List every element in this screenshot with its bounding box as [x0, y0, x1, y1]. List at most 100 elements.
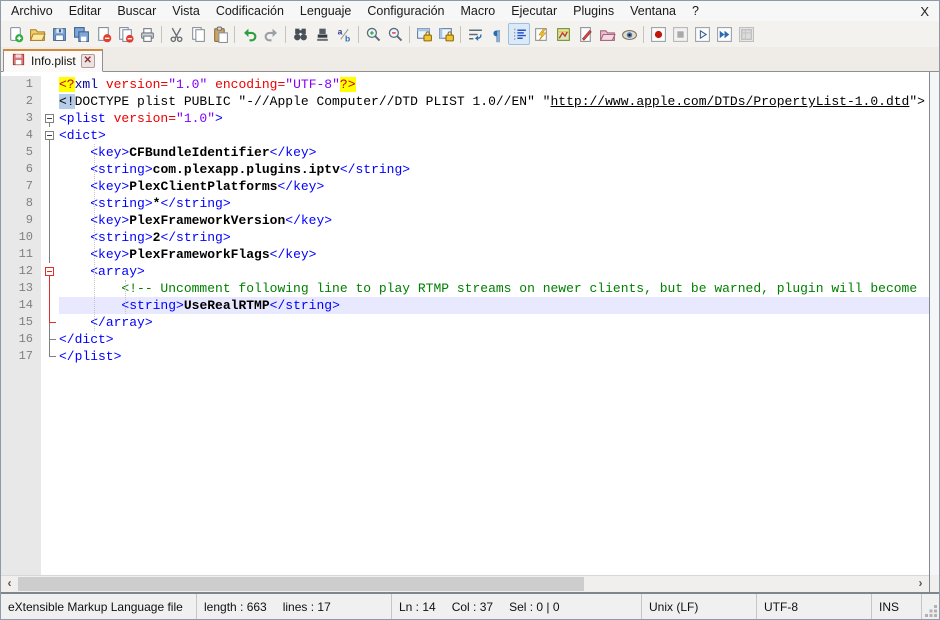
save-all-button[interactable]	[70, 23, 92, 45]
sync-horizontal-button[interactable]	[435, 23, 457, 45]
code-text[interactable]: <!-- Uncomment following line to play RT…	[59, 280, 929, 297]
horizontal-scroll-thumb[interactable]	[18, 577, 584, 591]
code-text[interactable]: <key>PlexFrameworkFlags</key>	[59, 246, 929, 263]
find-in-files-button[interactable]	[311, 23, 333, 45]
print-button[interactable]	[136, 23, 158, 45]
svg-text:b: b	[345, 33, 350, 43]
menu-item-vista[interactable]: Vista	[164, 2, 208, 20]
replace-button[interactable]: ab	[333, 23, 355, 45]
menu-item-ejecutar[interactable]: Ejecutar	[503, 2, 565, 20]
cut-button[interactable]	[165, 23, 187, 45]
document-switcher-button[interactable]	[574, 23, 596, 45]
fold-margin-cell	[41, 331, 59, 348]
code-text[interactable]: </plist>	[59, 348, 929, 365]
play-macro-button[interactable]	[691, 23, 713, 45]
paste-button[interactable]	[209, 23, 231, 45]
find-button[interactable]	[289, 23, 311, 45]
code-text[interactable]: <?xml version="1.0" encoding="UTF-8"?>	[59, 76, 929, 93]
undo-button[interactable]	[238, 23, 260, 45]
menu-item-macro[interactable]: Macro	[453, 2, 504, 20]
svg-text:¶: ¶	[492, 27, 500, 42]
word-wrap-button[interactable]	[464, 23, 486, 45]
sync-horizontal-icon	[438, 26, 455, 43]
document-map-button[interactable]	[552, 23, 574, 45]
save-macro-button[interactable]	[735, 23, 757, 45]
close-file-button[interactable]	[92, 23, 114, 45]
menu-item-archivo[interactable]: Archivo	[3, 2, 61, 20]
monitoring-button[interactable]	[618, 23, 640, 45]
code-text[interactable]: <string>2</string>	[59, 229, 929, 246]
status-eol-format[interactable]: Unix (LF)	[641, 594, 756, 619]
toolbar-separator	[161, 26, 162, 43]
line-number: 17	[1, 348, 41, 365]
line-number: 13	[1, 280, 41, 297]
copy-button[interactable]	[187, 23, 209, 45]
code-line-13: 13 <!-- Uncomment following line to play…	[1, 280, 929, 297]
code-text[interactable]: <!DOCTYPE plist PUBLIC "-//Apple Compute…	[59, 93, 929, 110]
code-text[interactable]: <string>com.plexapp.plugins.iptv</string…	[59, 161, 929, 178]
indent-guide-button[interactable]	[508, 23, 530, 45]
scroll-right-arrow-icon[interactable]: ›	[912, 576, 929, 592]
menu-item-buscar[interactable]: Buscar	[109, 2, 164, 20]
save-file-icon	[51, 26, 68, 43]
code-text[interactable]: </array>	[59, 314, 929, 331]
cut-icon	[168, 26, 185, 43]
close-file-icon	[95, 26, 112, 43]
run-macro-multiple-icon	[716, 26, 733, 43]
fold-margin-cell	[41, 348, 59, 365]
code-text[interactable]: <key>PlexFrameworkVersion</key>	[59, 212, 929, 229]
record-macro-button[interactable]	[647, 23, 669, 45]
menu-item-codificacin[interactable]: Codificación	[208, 2, 292, 20]
menu-item-lenguaje[interactable]: Lenguaje	[292, 2, 359, 20]
show-all-characters-button[interactable]: ¶	[486, 23, 508, 45]
line-number: 5	[1, 144, 41, 161]
fold-margin-cell	[41, 212, 59, 229]
save-file-button[interactable]	[48, 23, 70, 45]
code-text[interactable]: </dict>	[59, 331, 929, 348]
zoom-out-icon	[387, 26, 404, 43]
code-text[interactable]: <array>	[59, 263, 929, 280]
fold-toggle-icon[interactable]	[45, 267, 54, 276]
close-all-button[interactable]	[114, 23, 136, 45]
code-line-7: 7 <key>PlexClientPlatforms</key>	[1, 178, 929, 195]
new-file-button[interactable]	[4, 23, 26, 45]
close-window-button[interactable]: X	[910, 4, 939, 19]
function-list-button[interactable]	[530, 23, 552, 45]
folder-as-workspace-button[interactable]	[596, 23, 618, 45]
status-insert-mode[interactable]: INS	[871, 594, 921, 619]
code-text[interactable]: <dict>	[59, 127, 929, 144]
menu-item-ventana[interactable]: Ventana	[622, 2, 684, 20]
code-text[interactable]: <plist version="1.0">	[59, 110, 929, 127]
code-editor[interactable]: 1<?xml version="1.0" encoding="UTF-8"?>2…	[1, 72, 929, 575]
menu-item-editar[interactable]: Editar	[61, 2, 110, 20]
code-text[interactable]: <key>PlexClientPlatforms</key>	[59, 178, 929, 195]
status-encoding[interactable]: UTF-8	[756, 594, 871, 619]
status-column: Col : 37	[452, 600, 493, 614]
editor-empty-area[interactable]	[1, 365, 929, 575]
redo-button[interactable]	[260, 23, 282, 45]
status-length-lines: length : 663 lines : 17	[196, 594, 391, 619]
scroll-left-arrow-icon[interactable]: ‹	[1, 576, 18, 592]
menu-item-help[interactable]: ?	[684, 2, 707, 20]
stop-macro-button[interactable]	[669, 23, 691, 45]
horizontal-scrollbar[interactable]: ‹ ›	[1, 575, 929, 592]
fold-toggle-icon[interactable]	[45, 114, 54, 123]
tab-info-plist[interactable]: Info.plist ✕	[3, 49, 103, 72]
zoom-in-button[interactable]	[362, 23, 384, 45]
sync-vertical-button[interactable]	[413, 23, 435, 45]
run-macro-multiple-button[interactable]	[713, 23, 735, 45]
resize-grip[interactable]	[921, 594, 939, 619]
code-text[interactable]: <string>UseRealRTMP</string>	[59, 297, 929, 314]
menu-item-plugins[interactable]: Plugins	[565, 2, 622, 20]
toolbar-separator	[358, 26, 359, 43]
open-file-button[interactable]	[26, 23, 48, 45]
code-text[interactable]: <string>*</string>	[59, 195, 929, 212]
indent-guide-line	[125, 280, 126, 314]
code-text[interactable]: <key>CFBundleIdentifier</key>	[59, 144, 929, 161]
fold-toggle-icon[interactable]	[45, 131, 54, 140]
zoom-out-button[interactable]	[384, 23, 406, 45]
vertical-scrollbar[interactable]	[929, 72, 939, 575]
close-tab-icon[interactable]: ✕	[81, 54, 95, 68]
find-icon	[292, 26, 309, 43]
menu-item-configuracin[interactable]: Configuración	[359, 2, 452, 20]
